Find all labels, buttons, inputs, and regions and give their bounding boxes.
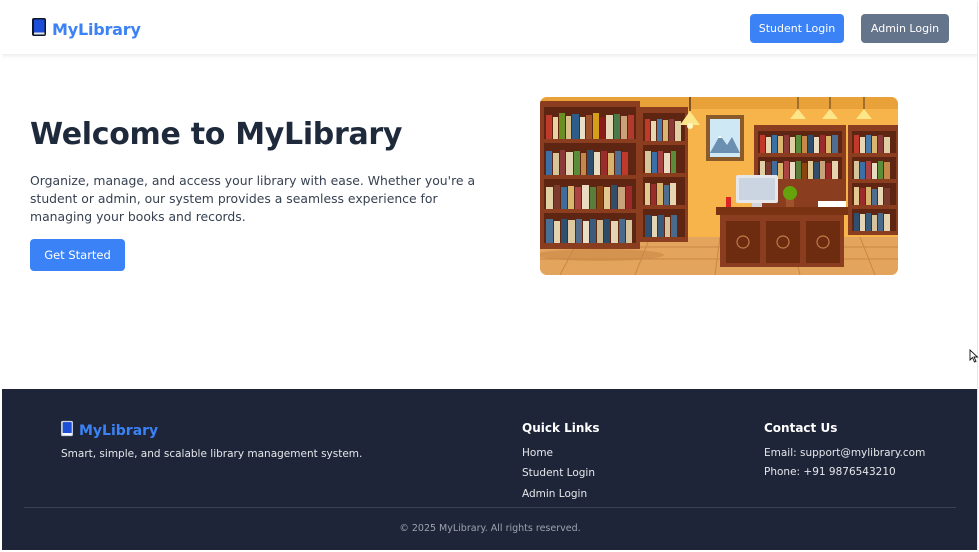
quick-links-title: Quick Links [522,421,600,435]
hero-title: Welcome to MyLibrary [30,117,403,152]
hero-description: Organize, manage, and access your librar… [30,173,476,224]
footer-divider [24,507,956,508]
contact-email: Email: support@mylibrary.com [764,447,926,459]
footer-link-home[interactable]: Home [522,447,553,459]
footer-brand: MyLibrary [60,420,158,441]
contact-title: Contact Us [764,421,838,435]
footer-brand-name: MyLibrary [79,422,159,439]
copyright: © 2025 MyLibrary. All rights reserved. [399,523,581,534]
student-login-button[interactable]: Student Login [750,14,844,43]
navbar: MyLibrary Student Login Admin Login [2,2,977,55]
footer-link-student-login[interactable]: Student Login [522,467,595,479]
mouse-pointer-icon [969,348,979,367]
book-icon [31,17,47,41]
page: MyLibrary Student Login Admin Login Welc… [2,2,978,550]
book-icon [60,420,74,441]
library-illustration [540,97,898,275]
brand-logo[interactable]: MyLibrary [31,17,141,41]
footer-link-admin-login[interactable]: Admin Login [522,488,587,500]
contact-phone: Phone: +91 9876543210 [764,466,896,478]
get-started-button[interactable]: Get Started [30,239,125,271]
admin-login-button[interactable]: Admin Login [861,14,949,43]
footer-tagline: Smart, simple, and scalable library mana… [61,448,363,460]
brand-name: MyLibrary [52,19,141,39]
footer: MyLibrary Smart, simple, and scalable li… [2,389,977,550]
